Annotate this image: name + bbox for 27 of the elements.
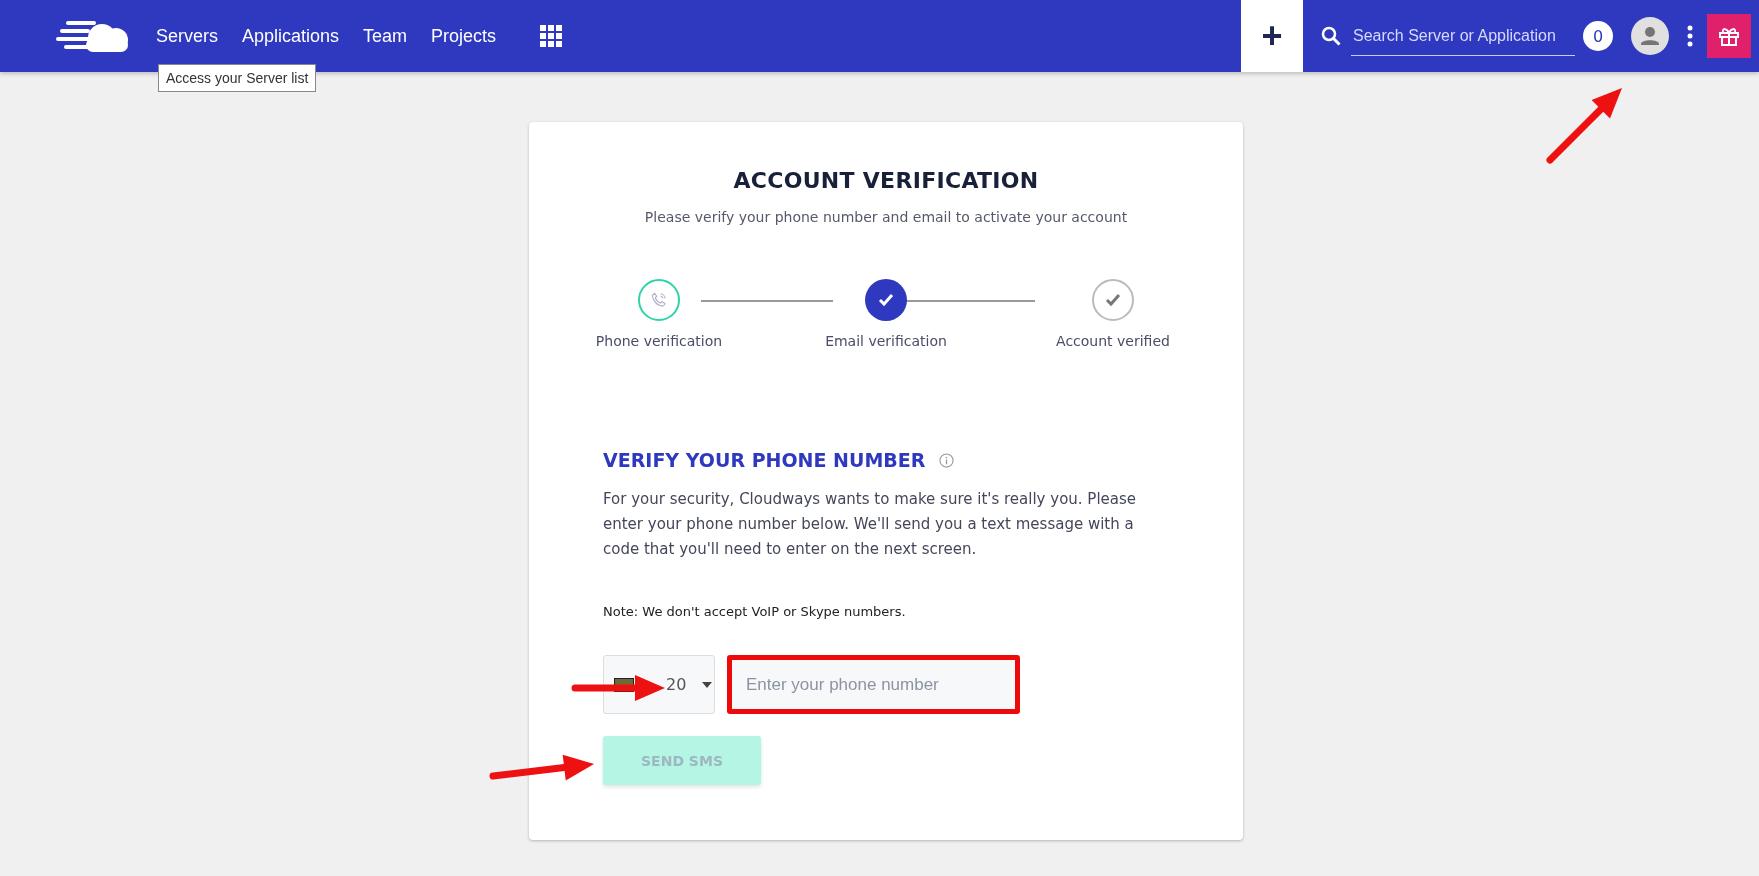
gift-button[interactable] xyxy=(1707,14,1751,58)
step-label: Account verified xyxy=(1056,333,1170,349)
nav-link[interactable]: Team xyxy=(363,25,408,47)
description: For your security, Cloudways wants to make sure it's really you. Please enter your phone number below. We'll send you a text message with a code that you'll need to enter on the next screen. xyxy=(603,489,1138,560)
card-title: ACCOUNT VERIFICATION xyxy=(732,168,1040,193)
nav-link[interactable]: Applications xyxy=(242,25,340,47)
step-label: Email verification xyxy=(825,333,947,349)
tooltip: Access your Server list xyxy=(158,64,317,92)
section-heading: VERIFY YOUR PHONE NUMBER xyxy=(603,449,926,471)
apps-grid-icon[interactable] xyxy=(540,25,563,47)
more-icon[interactable] xyxy=(1687,25,1693,47)
country-code-select[interactable]: 20 xyxy=(603,655,715,714)
check-icon xyxy=(865,279,907,321)
info-icon[interactable] xyxy=(939,452,955,468)
check-icon xyxy=(1092,279,1134,321)
search-icon xyxy=(1321,26,1341,46)
notification-count[interactable]: 0 xyxy=(1583,21,1613,51)
add-button[interactable]: + xyxy=(1241,0,1303,72)
phone-input[interactable]: Enter your phone number xyxy=(727,655,1020,714)
search-field[interactable]: Search Server or Application xyxy=(1351,16,1575,56)
user-avatar-icon[interactable] xyxy=(1631,17,1669,55)
nav-link[interactable]: Servers xyxy=(156,25,218,47)
caret-icon xyxy=(702,681,713,688)
step-label: Phone verification xyxy=(595,333,723,349)
nav-link[interactable]: Projects xyxy=(431,25,497,47)
card-subtitle: Please verify your phone number and email to activate your account xyxy=(643,209,1129,225)
note: Note: We don't accept VoIP or Skype numbers. xyxy=(603,604,907,619)
